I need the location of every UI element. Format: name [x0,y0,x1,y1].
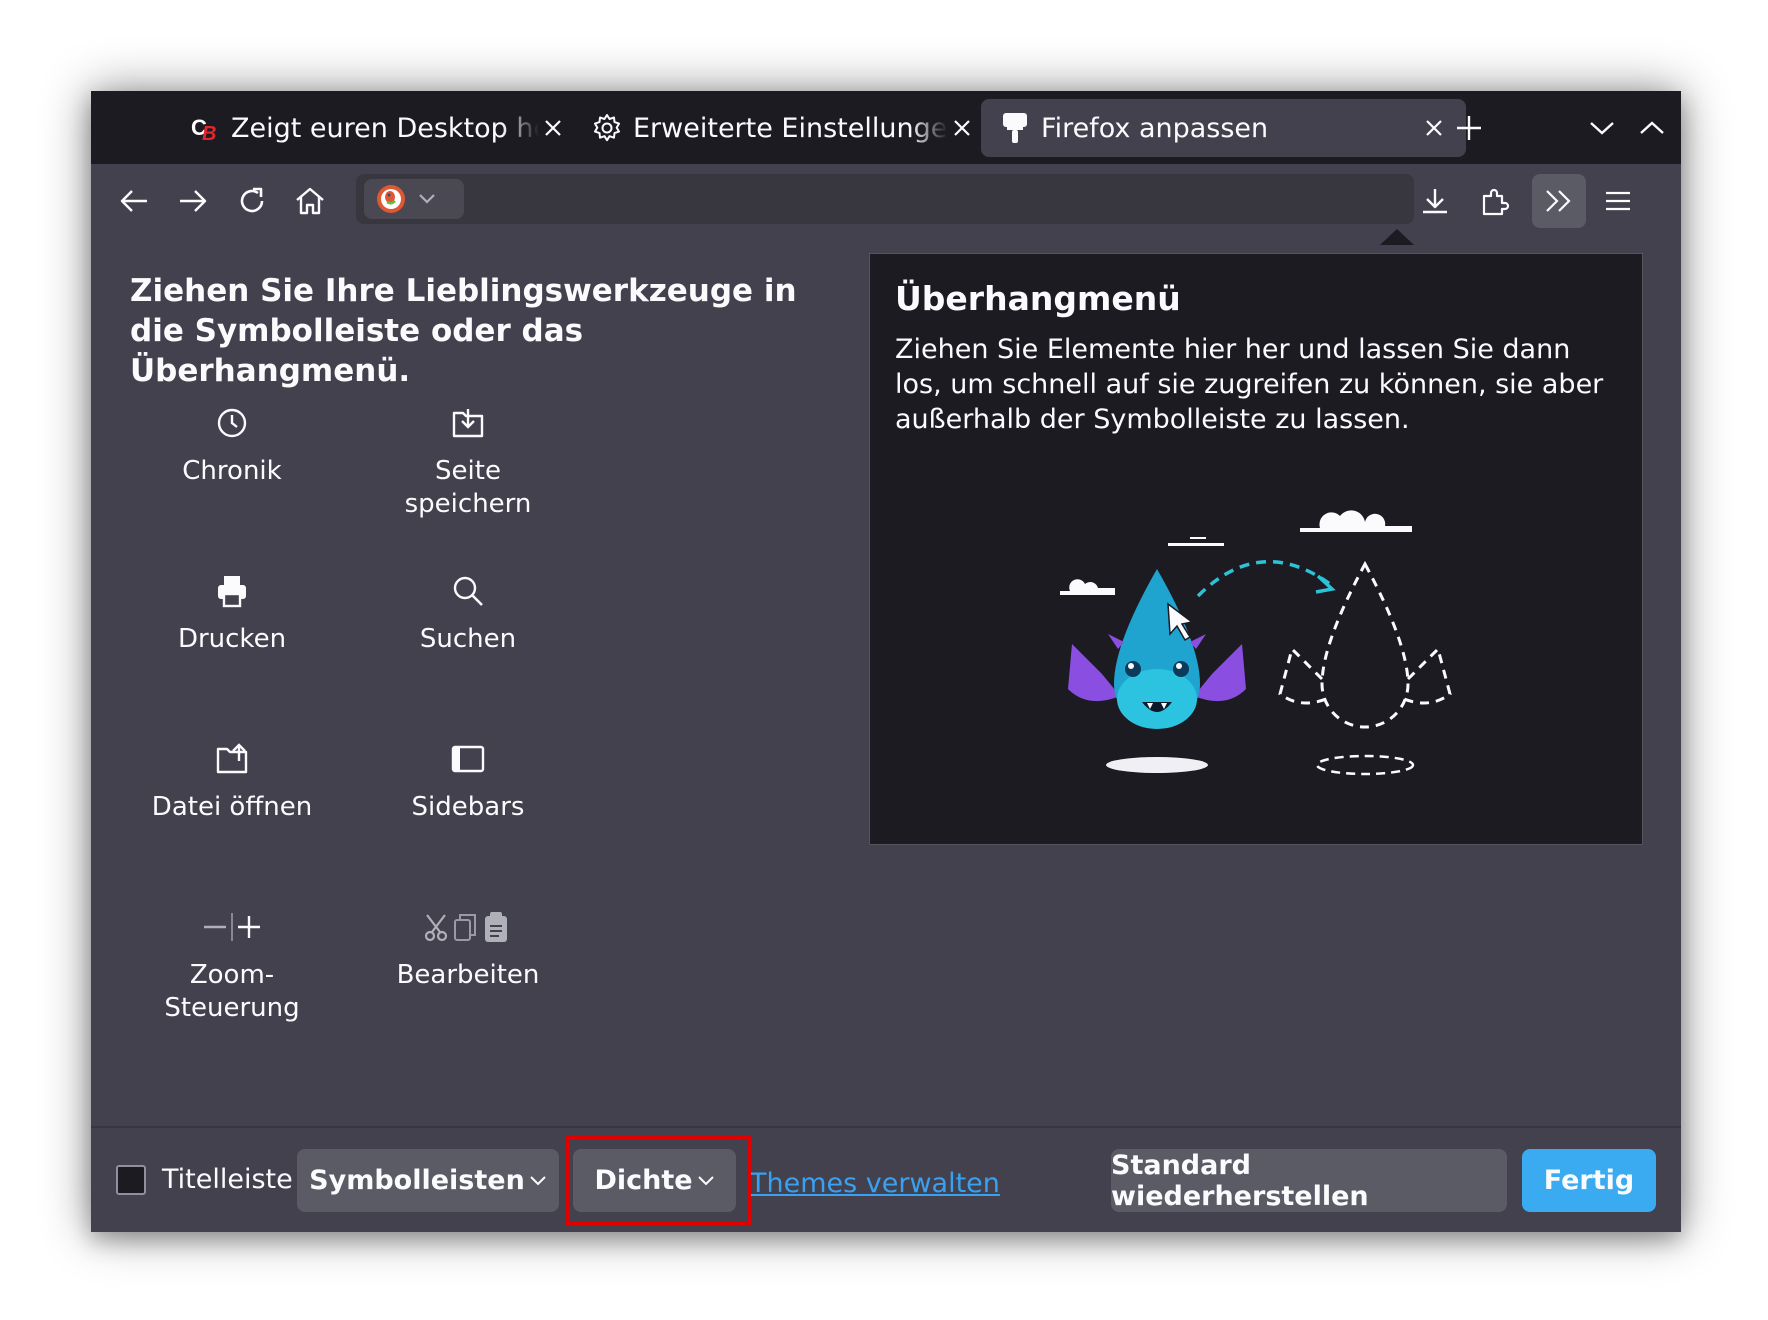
paintbrush-icon [999,112,1031,144]
chevron-down-icon [530,1175,546,1185]
home-icon [296,187,324,215]
density-button[interactable]: Dichte [573,1149,736,1212]
plus-icon [1457,116,1481,140]
application-menu-button[interactable] [1595,178,1641,224]
browser-window: C B Zeigt euren Desktop her Erweiterte E… [91,91,1681,1232]
palette-item-edit-controls[interactable]: Bearbeiten [368,907,568,992]
printer-icon [132,571,332,611]
close-tab-icon[interactable] [539,114,567,142]
forward-arrow-icon [180,190,207,212]
search-engine-selector[interactable] [364,179,464,219]
tab-computerbase[interactable]: C B Zeigt euren Desktop her [189,99,567,157]
chevron-down-icon [419,194,435,204]
list-all-tabs-button[interactable] [1583,109,1621,147]
tab-title: Erweiterte Einstellungen [633,112,948,144]
toolbars-button[interactable]: Symbolleisten [297,1149,559,1212]
tab-title: Zeigt euren Desktop her [231,112,539,144]
palette-item-zoom-controls[interactable]: Zoom-Steuerung [132,907,332,1025]
duckduckgo-icon [377,185,405,213]
restore-defaults-button[interactable]: Standard wiederherstellen [1111,1149,1507,1212]
home-button[interactable] [287,178,333,224]
navigation-toolbar [91,164,1681,238]
forward-button[interactable] [170,178,216,224]
downloads-button[interactable] [1412,178,1458,224]
palette-item-label: Chronik [182,456,282,486]
done-button-label: Fertig [1543,1165,1635,1196]
clock-icon [132,403,332,443]
extensions-button[interactable] [1472,178,1518,224]
overflow-menu-button[interactable] [1532,174,1586,228]
customize-footer: Titelleiste Symbolleisten Dichte Themes … [91,1126,1681,1232]
panel-arrow [1380,229,1414,245]
palette-item-save-page[interactable]: Seite speichern [368,403,568,521]
download-icon [1423,189,1447,214]
toolbars-button-label: Symbolleisten [309,1165,525,1196]
gear-icon [591,112,623,144]
close-tab-icon[interactable] [948,114,976,142]
svg-text:B: B [202,123,216,143]
back-button[interactable] [111,178,157,224]
back-arrow-icon [120,190,147,212]
overflow-panel: Überhangmenü Ziehen Sie Elemente hier he… [869,253,1643,845]
density-button-label: Dichte [594,1165,693,1196]
tab-customize-firefox[interactable]: Firefox anpassen [981,99,1466,157]
computerbase-icon: C B [189,112,221,144]
palette-item-search[interactable]: Suchen [368,571,568,656]
reload-icon [240,187,264,213]
overflow-chevrons-icon [1546,190,1571,212]
titlebar-checkbox[interactable] [116,1164,146,1195]
extensions-icon [1482,188,1510,216]
dragon-mascot-illustration [1030,484,1480,784]
save-page-icon [368,403,568,443]
overflow-panel-title: Überhangmenü [895,279,1181,318]
palette-item-print[interactable]: Drucken [132,571,332,656]
palette-item-history[interactable]: Chronik [132,403,332,488]
tab-strip: C B Zeigt euren Desktop her Erweiterte E… [91,91,1681,164]
chevron-down-icon [1590,122,1614,135]
palette-item-sidebars[interactable]: Sidebars [368,739,568,824]
palette-item-label: Datei öffnen [151,792,313,822]
new-tab-button[interactable] [1450,109,1488,147]
palette-item-label: Sidebars [411,792,525,822]
chevron-up-icon [1640,121,1664,134]
restore-defaults-label: Standard wiederherstellen [1111,1149,1369,1212]
close-tab-icon[interactable] [1420,114,1448,142]
reload-button[interactable] [229,178,275,224]
open-file-icon [132,739,332,779]
done-button[interactable]: Fertig [1522,1149,1656,1212]
manage-themes-link[interactable]: Themes verwalten [750,1168,1000,1199]
search-icon [368,571,568,611]
titlebar-toggle[interactable]: Titelleiste [116,1164,293,1195]
titlebar-checkbox-label: Titelleiste [162,1164,293,1195]
chevron-down-icon [697,1175,714,1185]
palette-item-label: Seite speichern [404,456,532,519]
edit-controls-icon [368,907,568,947]
palette-item-open-file[interactable]: Datei öffnen [132,739,332,824]
sidebar-icon [368,739,568,779]
palette-item-label: Zoom-Steuerung [164,960,300,1023]
hamburger-menu-icon [1606,191,1630,211]
maximize-button[interactable] [1633,109,1671,147]
url-bar[interactable] [356,174,1414,224]
customize-heading: Ziehen Sie Ihre Lieblingswerkzeuge in di… [130,273,797,389]
palette-item-label: Suchen [419,624,517,654]
palette-item-label: Drucken [177,624,287,654]
overflow-panel-description: Ziehen Sie Elemente hier her und lassen … [895,334,1604,435]
zoom-controls-icon [132,907,332,947]
tab-title: Firefox anpassen [1041,112,1269,144]
palette-item-label: Bearbeiten [396,960,540,990]
